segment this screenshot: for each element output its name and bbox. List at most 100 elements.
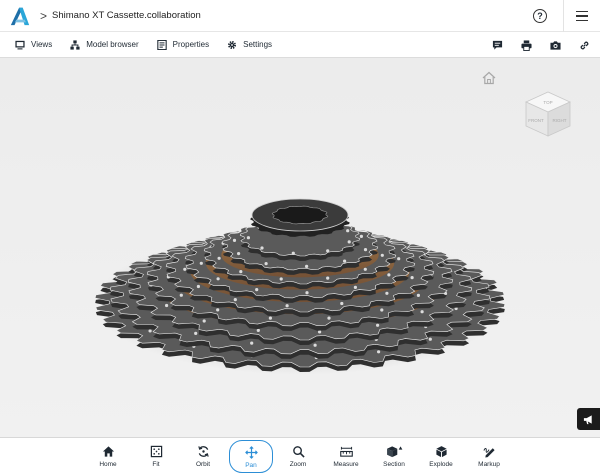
autodesk-logo[interactable] — [9, 5, 31, 27]
pan-label: Pan — [245, 462, 257, 469]
fit-label: Fit — [152, 461, 160, 468]
link-icon[interactable] — [579, 40, 590, 51]
settings-button[interactable]: Settings — [227, 40, 272, 50]
section-button[interactable]: Section — [372, 440, 416, 473]
sprocket-hole — [327, 316, 331, 320]
pan-button[interactable]: Pan — [229, 440, 273, 473]
breadcrumb-separator: > — [40, 8, 48, 23]
viewcube-top-label[interactable]: TOP — [543, 100, 552, 105]
sprocket-hole — [359, 234, 363, 238]
home-view-icon[interactable] — [481, 70, 497, 86]
title-bar: > Shimano XT Cassette.collaboration ? — [0, 0, 600, 32]
properties-label: Properties — [172, 40, 210, 49]
explode-icon — [435, 446, 447, 458]
zoom-button[interactable]: Zoom — [276, 440, 320, 473]
sprocket-hole — [237, 252, 241, 256]
sprocket-hole — [343, 259, 347, 263]
zoom-label: Zoom — [289, 461, 307, 468]
gear-icon — [228, 40, 237, 49]
pan-icon — [244, 446, 258, 459]
settings-label: Settings — [243, 40, 273, 49]
sprocket-hole — [239, 270, 243, 274]
sprocket-hole — [194, 331, 198, 335]
sprocket-hole — [340, 301, 344, 306]
section-label: Section — [383, 461, 405, 468]
viewcube-front-label[interactable]: FRONT — [528, 118, 544, 123]
explode-button[interactable]: Explode — [419, 440, 463, 473]
sprocket-hole — [233, 298, 237, 302]
lockring-splines — [271, 205, 329, 225]
markup-button[interactable]: Markup — [467, 440, 511, 473]
sprocket-hole — [377, 350, 381, 354]
sprocket-hole — [420, 310, 424, 314]
sprocket-hole — [196, 284, 200, 289]
explode-label: Explode — [429, 461, 453, 468]
sprocket-hole — [260, 246, 264, 250]
sprocket-hole — [305, 264, 309, 268]
measure-button[interactable]: Measure — [324, 440, 368, 473]
sprocket-hole — [397, 257, 401, 261]
help-icon: ? — [537, 11, 543, 21]
sprocket-hole — [255, 288, 259, 292]
cassette-model — [94, 198, 506, 375]
sprocket-hole — [217, 256, 221, 260]
views-label: Views — [31, 40, 53, 49]
sprocket-hole — [216, 277, 220, 281]
model-browser-button[interactable]: Model browser — [70, 39, 139, 50]
sprocket-hole — [416, 293, 420, 297]
fit-button[interactable]: Fit — [134, 440, 178, 473]
sprocket-hole — [183, 267, 187, 271]
home-icon — [102, 446, 114, 457]
sprocket-hole — [264, 262, 268, 266]
sprocket-hole — [148, 329, 152, 333]
sprocket-hole — [291, 251, 295, 255]
sprocket-hole — [385, 291, 389, 295]
camera-icon[interactable] — [550, 40, 561, 51]
orbit-icon — [197, 446, 209, 457]
sprocket-hole — [347, 240, 351, 244]
orbit-button[interactable]: Orbit — [181, 440, 225, 473]
sprocket-hole — [313, 343, 317, 347]
sprocket-hole — [380, 253, 384, 257]
print-icon[interactable] — [521, 39, 532, 51]
zoom-icon — [292, 446, 305, 458]
toolbar: Views Model browser Properties Settings — [0, 32, 600, 58]
sprocket-hole — [256, 328, 260, 332]
viewcube-right-label[interactable]: RIGHT — [553, 118, 567, 123]
properties-button[interactable]: Properties — [156, 39, 210, 50]
home-button[interactable]: Home — [86, 440, 130, 473]
fit-icon — [150, 445, 162, 458]
feedback-button[interactable] — [577, 408, 600, 430]
document-title: Shimano XT Cassette.collaboration — [52, 10, 201, 21]
viewcube[interactable]: TOP FRONT RIGHT — [520, 86, 576, 142]
sprocket-hole — [346, 229, 350, 233]
monitor-icon — [15, 40, 25, 49]
hierarchy-icon — [70, 39, 80, 50]
sprocket-hole — [363, 248, 368, 252]
3d-viewport[interactable]: TOP FRONT RIGHT — [0, 58, 600, 437]
section-icon — [386, 446, 402, 458]
comment-icon[interactable] — [492, 40, 503, 51]
sprocket-hole — [380, 308, 384, 312]
sprocket-hole — [232, 238, 237, 242]
sprocket-hole — [250, 341, 254, 345]
sprocket-hole — [165, 303, 169, 308]
sprocket-hole — [199, 261, 203, 265]
sprocket-hole — [318, 330, 322, 334]
divider — [563, 0, 564, 32]
views-button[interactable]: Views — [15, 40, 52, 50]
markup-icon — [482, 448, 495, 458]
measure-icon — [339, 446, 353, 457]
help-button[interactable]: ? — [533, 9, 547, 23]
sprocket-hole — [326, 276, 330, 280]
menu-icon[interactable] — [576, 11, 588, 21]
sprocket-hole — [179, 293, 183, 297]
megaphone-icon — [583, 414, 592, 424]
sprocket-hole — [216, 308, 220, 312]
measure-label: Measure — [333, 461, 359, 468]
sprocket-hole — [246, 236, 250, 240]
navigation-bar: Home Fit Orbit Pan Zoom Measure Section … — [0, 437, 600, 475]
sprocket-hole — [428, 337, 432, 341]
sprocket-hole — [410, 276, 414, 280]
markup-label: Markup — [478, 461, 500, 468]
